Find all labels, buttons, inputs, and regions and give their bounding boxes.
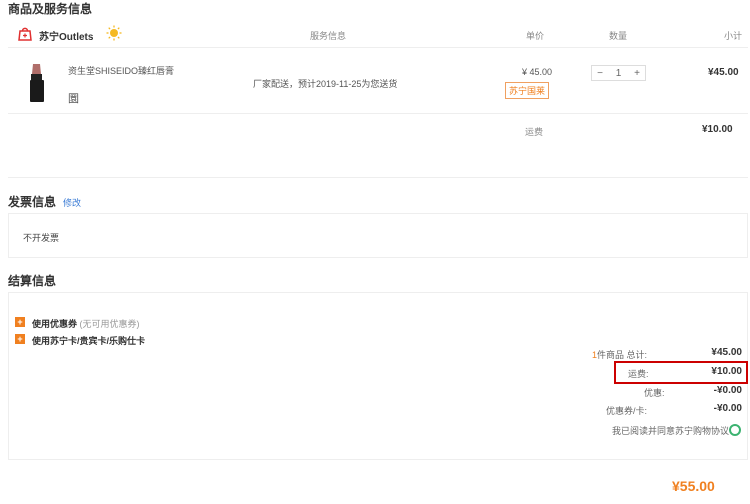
order-total-amount: ¥55.00 bbox=[672, 478, 715, 494]
freight-highlight-box bbox=[614, 361, 748, 384]
product-name-link[interactable]: 资生堂SHISEIDO臻红唇膏 bbox=[68, 64, 194, 77]
increase-quantity-button[interactable]: + bbox=[629, 68, 645, 79]
sun-icon bbox=[106, 25, 122, 41]
use-card-option[interactable]: 使用苏宁卡/贵宾卡/乐购仕卡 bbox=[32, 334, 145, 347]
coupon-label: 使用优惠券 bbox=[32, 319, 78, 329]
gift-label: 圜 bbox=[68, 93, 79, 105]
total-goods-value: ¥45.00 bbox=[711, 347, 742, 358]
edit-invoice-link[interactable]: 修改 bbox=[63, 196, 81, 209]
freight-label: 运费 bbox=[525, 127, 544, 137]
quantity-stepper: − 1 + bbox=[591, 65, 646, 81]
discount-value: -¥0.00 bbox=[713, 385, 742, 396]
item-count-suffix: 件商品 总计: bbox=[597, 350, 648, 360]
quantity-input[interactable]: 1 bbox=[611, 68, 627, 79]
promo-badge: 苏宁国莱 bbox=[505, 82, 550, 99]
expand-card-plus-icon[interactable]: + bbox=[15, 334, 25, 344]
coupon-card-label: 优惠券/卡: bbox=[606, 406, 648, 416]
goods-section-title: 商品及服务信息 bbox=[8, 2, 93, 16]
column-header-subtotal: 小计 bbox=[724, 31, 743, 41]
use-coupon-option[interactable]: 使用优惠券 (无可用优惠券) bbox=[32, 317, 140, 330]
unit-price: ¥ 45.00 bbox=[522, 67, 553, 77]
cart-item-row: 资生堂SHISEIDO臻红唇膏 圜 厂家配送，预计2019-11-25为您送货 … bbox=[8, 48, 748, 114]
column-header-quantity: 数量 bbox=[609, 31, 628, 41]
goods-header-row: 苏宁Outlets 服务信息 单价 数量 小计 bbox=[8, 20, 748, 48]
column-header-service: 服务信息 bbox=[310, 31, 347, 41]
coupon-card-value: -¥0.00 bbox=[713, 403, 742, 414]
settle-section-title: 结算信息 bbox=[8, 274, 57, 288]
shopping-bag-icon bbox=[18, 27, 32, 41]
decrease-quantity-button[interactable]: − bbox=[592, 68, 608, 79]
invoice-section-title: 发票信息 bbox=[8, 195, 57, 209]
agreement-text[interactable]: 我已阅读并同意苏宁购物协议 bbox=[612, 424, 729, 437]
lipstick-product-image[interactable] bbox=[26, 62, 48, 104]
store-name[interactable]: 苏宁Outlets bbox=[39, 28, 93, 43]
freight-value: ¥10.00 bbox=[702, 124, 733, 135]
item-subtotal: ¥45.00 bbox=[708, 67, 739, 78]
column-header-unit-price: 单价 bbox=[526, 31, 545, 41]
expand-coupon-plus-icon[interactable]: + bbox=[15, 317, 25, 327]
freight-row: 运费 ¥10.00 bbox=[8, 114, 748, 178]
discount-label: 优惠: bbox=[644, 388, 665, 398]
invoice-value: 不开发票 bbox=[23, 233, 60, 243]
delivery-service-text: 厂家配送，预计2019-11-25为您送货 bbox=[253, 79, 398, 89]
agree-check-icon[interactable] bbox=[729, 424, 741, 436]
invoice-panel: 不开发票 bbox=[8, 213, 748, 258]
total-goods-label: 1件商品 总计: bbox=[592, 348, 647, 361]
coupon-note: (无可用优惠券) bbox=[79, 319, 140, 329]
